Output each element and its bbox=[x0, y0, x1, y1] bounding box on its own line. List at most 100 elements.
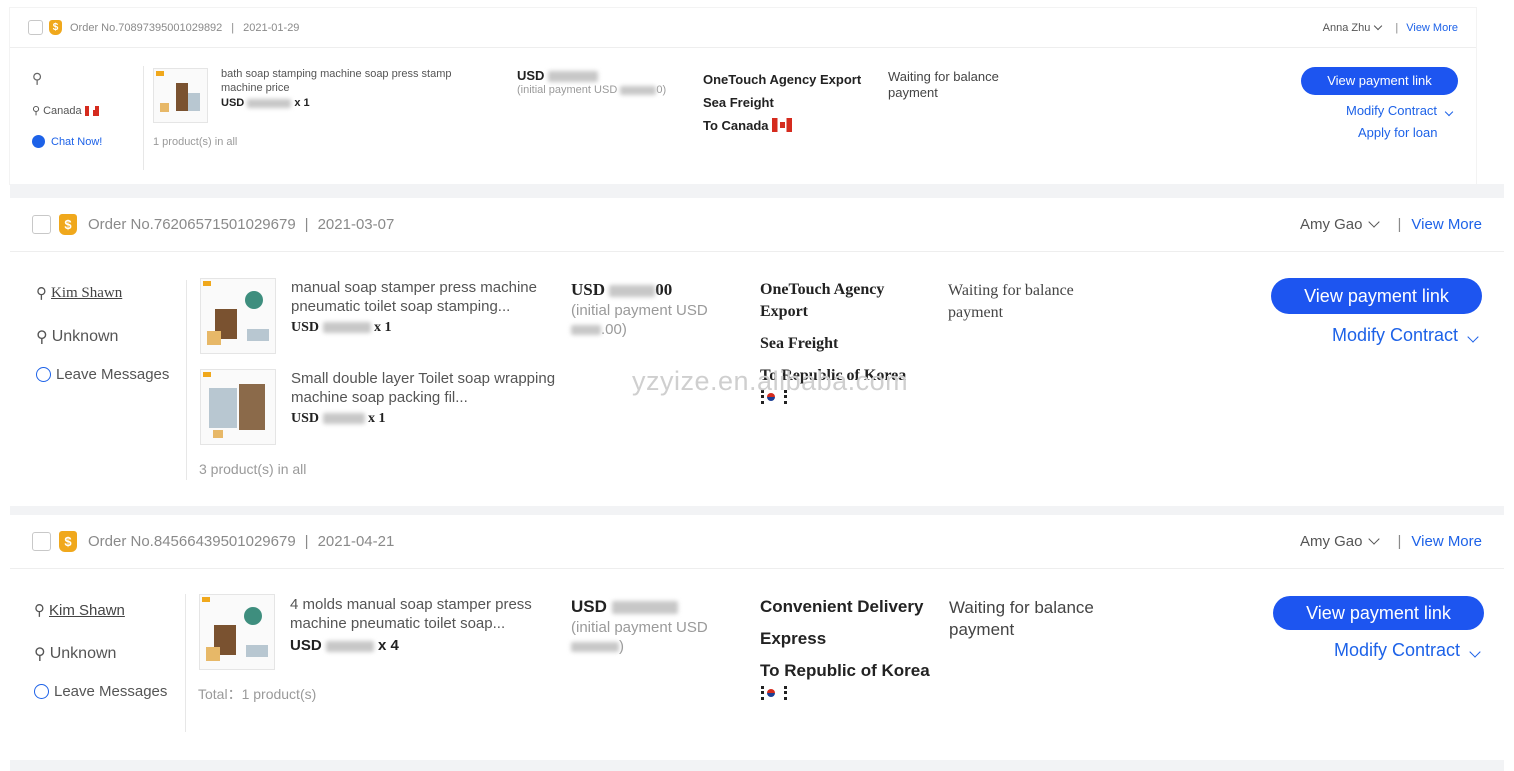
order-separator bbox=[10, 184, 1504, 198]
column-divider bbox=[186, 280, 187, 480]
order-number: Order No.70897395001029892 bbox=[70, 21, 223, 34]
chevron-down-icon[interactable] bbox=[1367, 533, 1380, 545]
order-card: $ Order No.70897395001029892 | 2021-01-2… bbox=[10, 8, 1476, 184]
user-icon: ⚲ bbox=[34, 602, 45, 619]
product-title[interactable]: manual soap stamper press machine pneuma… bbox=[291, 279, 556, 317]
freight-type: Express bbox=[760, 629, 827, 648]
initial-payment: (initial payment USD .00) bbox=[571, 302, 708, 338]
order-select-checkbox[interactable] bbox=[32, 215, 51, 234]
header-divider: | bbox=[1395, 21, 1399, 34]
product-price: USD x 1 bbox=[221, 97, 310, 109]
order-status: Waiting for balance payment bbox=[948, 282, 1074, 321]
buyer-name-link[interactable]: Kim Shawn bbox=[51, 285, 122, 302]
shipping-info: OneTouch Agency Export Sea Freight To Re… bbox=[760, 279, 930, 409]
order-select-checkbox[interactable] bbox=[32, 532, 51, 551]
buyer-name-link[interactable]: Kim Shawn bbox=[49, 602, 125, 619]
message-icon bbox=[34, 684, 49, 699]
product-thumbnail[interactable] bbox=[200, 278, 276, 354]
agent-selector[interactable]: Amy Gao bbox=[1300, 533, 1363, 550]
order-card: $ Order No.84566439501029679 | 2021-04-2… bbox=[10, 515, 1504, 760]
view-payment-link-button[interactable]: View payment link bbox=[1271, 278, 1482, 314]
location-pin-icon: ⚲ bbox=[32, 105, 41, 117]
location-text: Unknown bbox=[51, 328, 119, 345]
column-divider bbox=[143, 66, 144, 170]
shipping-method: Convenient Delivery bbox=[760, 597, 924, 616]
canada-flag-icon bbox=[84, 105, 99, 116]
destination: To Republic of Korea bbox=[760, 660, 930, 704]
korea-flag-icon bbox=[760, 389, 787, 405]
leave-messages-link[interactable]: Leave Messages bbox=[34, 683, 167, 700]
agent-selector[interactable]: Amy Gao bbox=[1300, 216, 1363, 233]
view-payment-link-button[interactable]: View payment link bbox=[1301, 67, 1458, 95]
chat-now-label: Chat Now! bbox=[51, 135, 103, 148]
apply-for-loan-link[interactable]: Apply for loan bbox=[1358, 125, 1438, 140]
user-icon: ⚲ bbox=[36, 285, 47, 302]
leave-messages-label: Leave Messages bbox=[54, 683, 168, 700]
view-more-link[interactable]: View More bbox=[1411, 533, 1482, 550]
shipping-info: OneTouch Agency Export Sea Freight To Ca… bbox=[703, 68, 861, 137]
leave-messages-link[interactable]: Leave Messages bbox=[36, 366, 169, 383]
view-more-link[interactable]: View More bbox=[1406, 22, 1458, 34]
header-divider: | bbox=[304, 533, 309, 550]
chat-now-link[interactable]: Chat Now! bbox=[32, 135, 102, 148]
order-header: $ Order No.76206571501029679 | 2021-03-0… bbox=[10, 198, 1504, 252]
buyer-location: ⚲ Unknown bbox=[36, 327, 118, 347]
location-text: Canada bbox=[43, 104, 82, 117]
product-title[interactable]: 4 molds manual soap stamper press machin… bbox=[290, 596, 560, 634]
chevron-down-icon[interactable] bbox=[1367, 216, 1380, 228]
trade-assurance-badge-icon: $ bbox=[49, 20, 62, 35]
order-status: Waiting for balance payment bbox=[949, 598, 1094, 639]
buyer-location: ⚲ Unknown bbox=[34, 644, 116, 664]
order-separator bbox=[10, 506, 1504, 515]
modify-contract-link[interactable]: Modify Contract bbox=[1334, 640, 1481, 661]
view-payment-link-button[interactable]: View payment link bbox=[1273, 596, 1484, 630]
product-thumbnail[interactable] bbox=[153, 68, 208, 123]
product-thumbnail[interactable] bbox=[199, 594, 275, 670]
order-header: $ Order No.84566439501029679 | 2021-04-2… bbox=[10, 515, 1504, 569]
order-card: $ Order No.76206571501029679 | 2021-03-0… bbox=[10, 198, 1504, 506]
product-thumbnail[interactable] bbox=[200, 369, 276, 445]
product-count: 1 product(s) in all bbox=[153, 136, 238, 148]
order-select-checkbox[interactable] bbox=[28, 20, 43, 35]
modify-contract-link[interactable]: Modify Contract bbox=[1346, 103, 1453, 118]
shipping-method: OneTouch Agency Export bbox=[703, 72, 862, 87]
modify-contract-link[interactable]: Modify Contract bbox=[1332, 325, 1479, 346]
freight-type: Sea Freight bbox=[703, 95, 774, 110]
message-icon bbox=[36, 367, 51, 382]
order-date: 2021-04-21 bbox=[317, 533, 395, 550]
canada-flag-icon bbox=[772, 118, 793, 132]
product-title[interactable]: Small double layer Toilet soap wrapping … bbox=[291, 370, 556, 408]
buyer-location: ⚲ Canada bbox=[32, 104, 99, 117]
buyer-icon: ⚲ bbox=[32, 70, 43, 86]
header-divider: | bbox=[304, 216, 309, 233]
header-divider: | bbox=[231, 21, 235, 34]
buyer-name-row: ⚲ Kim Shawn bbox=[36, 284, 122, 303]
korea-flag-icon bbox=[760, 685, 787, 701]
order-date: 2021-01-29 bbox=[243, 21, 300, 34]
chevron-down-icon bbox=[1469, 646, 1481, 658]
product-title[interactable]: bath soap stamping machine soap press st… bbox=[221, 68, 481, 96]
order-amount: USD 00 bbox=[571, 280, 673, 299]
view-more-link[interactable]: View More bbox=[1411, 216, 1482, 233]
header-divider: | bbox=[1397, 216, 1402, 233]
agent-selector[interactable]: Anna Zhu bbox=[1323, 22, 1371, 34]
location-pin-icon: ⚲ bbox=[34, 646, 46, 663]
shipping-info: Convenient Delivery Express To Republic … bbox=[760, 596, 930, 704]
chat-icon bbox=[32, 135, 45, 148]
header-divider: | bbox=[1397, 533, 1402, 550]
chevron-down-icon[interactable] bbox=[1374, 21, 1383, 30]
destination: To Republic of Korea bbox=[760, 365, 930, 409]
chevron-down-icon bbox=[1444, 107, 1453, 117]
leave-messages-label: Leave Messages bbox=[56, 366, 170, 383]
trade-assurance-badge-icon: $ bbox=[59, 214, 77, 235]
product-count: 3 product(s) in all bbox=[199, 461, 307, 477]
order-header: $ Order No.70897395001029892 | 2021-01-2… bbox=[10, 8, 1476, 48]
order-amount: USD bbox=[571, 597, 678, 617]
location-pin-icon: ⚲ bbox=[36, 329, 48, 346]
order-separator bbox=[10, 760, 1504, 771]
order-date: 2021-03-07 bbox=[317, 216, 395, 233]
product-price: USD x 1 bbox=[291, 411, 386, 426]
order-number: Order No.76206571501029679 bbox=[88, 216, 296, 233]
chevron-down-icon bbox=[1467, 331, 1479, 343]
order-status: Waiting for balance payment bbox=[888, 69, 999, 100]
